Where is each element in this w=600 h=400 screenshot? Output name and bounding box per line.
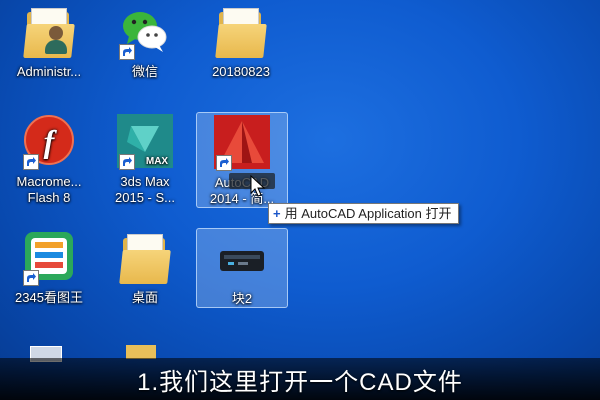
plus-icon: + xyxy=(273,206,281,221)
desktop-icon-3ds-max[interactable]: MAX 3ds Max 2015 - S... xyxy=(100,112,190,206)
shortcut-arrow-icon xyxy=(216,155,232,171)
icon-label: 块2 xyxy=(231,291,253,306)
dwg-file-icon xyxy=(212,229,272,289)
desktop-icon-dwg-file[interactable]: 块2 xyxy=(196,228,288,308)
icon-label: 2345看图王 xyxy=(15,290,83,305)
icon-label: 20180823 xyxy=(212,64,270,79)
3ds-max-icon: MAX xyxy=(115,112,175,172)
tooltip-text: 用 AutoCAD Application 打开 xyxy=(284,206,452,221)
desktop-icon-desktop-folder[interactable]: 桌面 xyxy=(100,228,190,306)
folder-icon xyxy=(115,228,175,288)
wechat-icon xyxy=(115,2,175,62)
desktop-icon-wechat[interactable]: 微信 xyxy=(100,2,190,80)
desktop-icon-folder-20180823[interactable]: 20180823 xyxy=(196,2,286,80)
drag-drop-tooltip: + 用 AutoCAD Application 打开 xyxy=(268,203,459,224)
icon-label: 桌面 xyxy=(131,290,158,305)
partial-folder-icon xyxy=(126,345,156,359)
folder-icon xyxy=(211,2,271,62)
flash-icon: f xyxy=(19,112,79,172)
video-subtitle: 1.我们这里打开一个CAD文件 xyxy=(137,369,463,396)
shortcut-arrow-icon xyxy=(119,154,135,170)
shortcut-arrow-icon xyxy=(23,270,39,286)
shortcut-arrow-icon xyxy=(119,44,135,60)
desktop-icon-2345-viewer[interactable]: 2345看图王 xyxy=(4,228,94,306)
autocad-icon xyxy=(212,113,272,173)
icon-label: 3ds Max 2015 - S... xyxy=(115,174,175,205)
desktop-icon-administrator[interactable]: Administr... xyxy=(4,2,94,80)
image-viewer-icon xyxy=(19,228,79,288)
svg-text:MAX: MAX xyxy=(146,156,169,167)
desktop-icon-flash[interactable]: f Macrome... Flash 8 xyxy=(4,112,94,206)
icon-label: Macrome... Flash 8 xyxy=(16,174,82,205)
icon-label: 微信 xyxy=(131,64,158,79)
mouse-cursor-icon xyxy=(250,175,266,197)
icon-label: Administr... xyxy=(16,64,82,79)
user-folder-icon xyxy=(19,2,79,62)
desktop-icon-autocad[interactable]: AutoCAD 2014 - 简... xyxy=(196,112,288,208)
shortcut-arrow-icon xyxy=(23,154,39,170)
